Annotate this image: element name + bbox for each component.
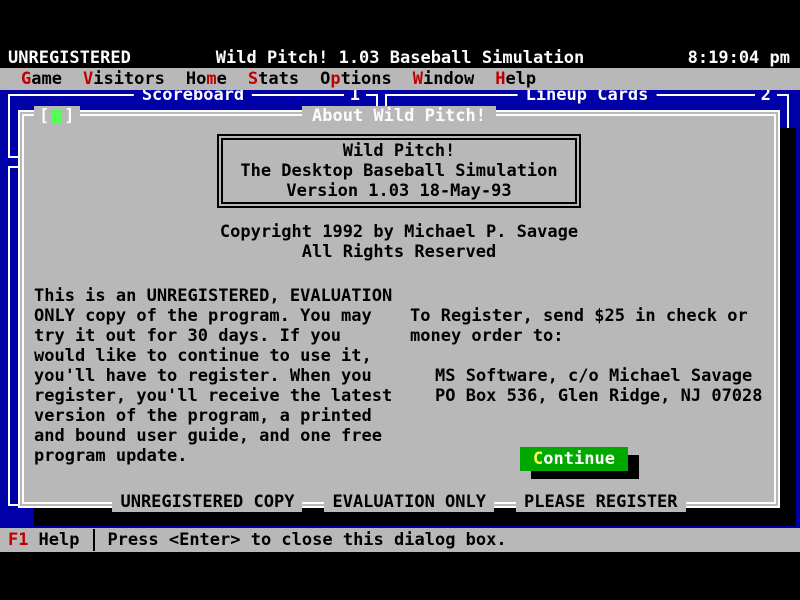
registration-status: UNREGISTERED [8,48,131,68]
continue-button[interactable]: Continue [520,447,628,471]
window-title-scoreboard[interactable]: Scoreboard [134,90,252,105]
menu-label-post: indow [423,69,474,89]
continue-hotkey: C [533,449,543,469]
menu-label-post: ame [31,69,62,89]
menu-hotkey: H [495,69,505,89]
menu-hotkey: S [248,69,258,89]
menu-label-post: isitors [93,69,165,89]
f1-key-hint[interactable]: F1 [8,530,28,550]
menu-hotkey: p [330,69,340,89]
close-button[interactable] [34,106,80,126]
about-box: Wild Pitch! The Desktop Baseball Simulat… [217,134,581,208]
menu-label-post: e [217,69,227,89]
menu-item-help[interactable]: Help [495,69,536,89]
statusbar: F1 Help Press <Enter> to close this dial… [0,528,800,552]
menu-label-post: tats [258,69,299,89]
window-title-lineup-cards[interactable]: Lineup Cards [518,90,657,105]
footer-unregistered-copy: UNREGISTERED COPY [112,492,302,512]
menubar: Game Visitors Home Stats Options Window … [0,68,800,90]
footer-evaluation-only: EVALUATION ONLY [324,492,494,512]
menu-label-pre: Ho [186,69,206,89]
menu-item-visitors[interactable]: Visitors [83,69,165,89]
clock: 8:19:04 pm [688,48,790,68]
window-number-scoreboard: 1 [344,90,366,105]
menu-label-pre: O [320,69,330,89]
menu-item-stats[interactable]: Stats [248,69,299,89]
menu-item-home[interactable]: Home [186,69,227,89]
desktop: Scoreboard 1 Lineup Cards 2 About Wild P… [0,90,800,528]
menu-hotkey: m [206,69,216,89]
continue-label: ontinue [543,449,615,469]
menu-label-post: tions [341,69,392,89]
close-icon [51,109,62,123]
evaluation-notice-text: This is an UNREGISTERED, EVALUATION ONLY… [34,286,400,466]
f1-help-label[interactable]: Help [38,530,79,550]
about-dialog: About Wild Pitch! Wild Pitch! The Deskto… [18,110,780,508]
menu-label-post: elp [505,69,536,89]
dialog-footer: UNREGISTERED COPY EVALUATION ONLY PLEASE… [24,492,774,512]
statusbar-message: Press <Enter> to close this dialog box. [107,530,506,550]
copyright-text: Copyright 1992 by Michael P. Savage All … [24,222,774,262]
footer-please-register: PLEASE REGISTER [516,492,686,512]
menu-item-game[interactable]: Game [21,69,62,89]
menu-hotkey: G [21,69,31,89]
window-number-lineup-cards: 2 [755,90,777,105]
dialog-title: About Wild Pitch! [302,106,496,126]
menu-item-window[interactable]: Window [413,69,474,89]
menu-hotkey: V [83,69,93,89]
statusbar-divider [93,529,95,551]
menu-item-options[interactable]: Options [320,69,392,89]
dialog-body: This is an UNREGISTERED, EVALUATION ONLY… [24,286,774,466]
register-column: To Register, send $25 in check or money … [400,286,764,466]
titlebar: UNREGISTERED Wild Pitch! 1.03 Baseball S… [0,48,800,68]
menu-hotkey: W [413,69,423,89]
register-instructions: To Register, send $25 in check or money … [410,306,764,346]
register-address: MS Software, c/o Michael Savage PO Box 5… [410,366,764,406]
